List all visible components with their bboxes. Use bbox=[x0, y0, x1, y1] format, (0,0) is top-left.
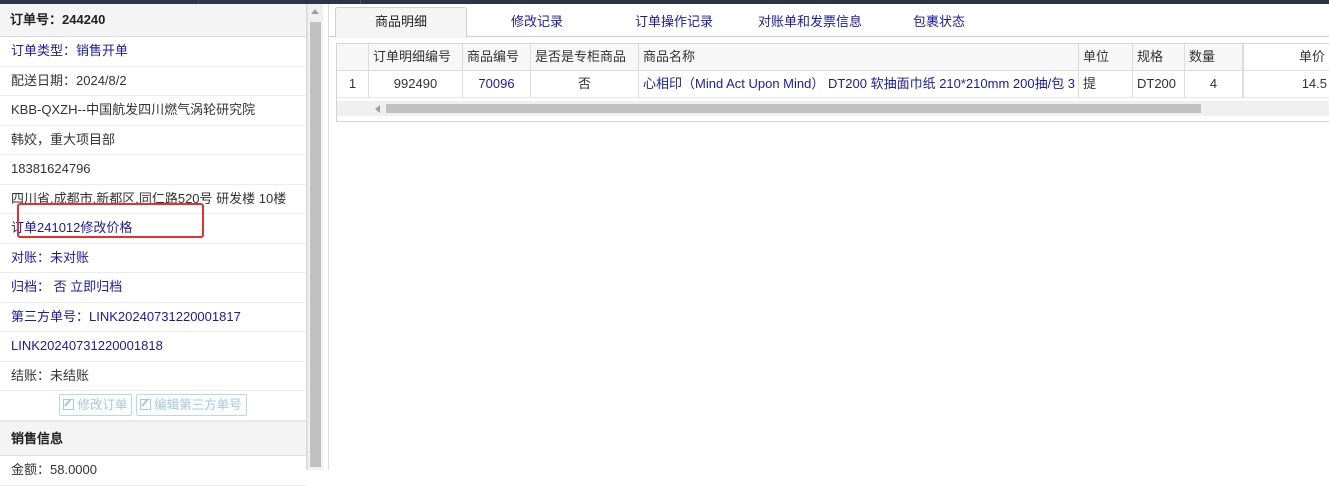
column-header[interactable]: 单价 bbox=[1243, 44, 1329, 70]
tab-order-operation-log[interactable]: 订单操作记录 bbox=[611, 8, 737, 36]
table-horizontal-scrollbar[interactable] bbox=[337, 101, 1329, 116]
edit-order-label: 修改订单 bbox=[77, 398, 128, 412]
unit-price-cell: 14.5 bbox=[1243, 71, 1329, 97]
quantity-cell: 4 bbox=[1185, 71, 1243, 97]
edit-icon bbox=[63, 399, 75, 410]
column-header[interactable]: 订单明细编号 bbox=[369, 44, 463, 70]
contact-person: 韩姣，重大项目部 bbox=[0, 126, 306, 155]
scroll-left-arrow-icon[interactable] bbox=[375, 105, 380, 113]
archive-status[interactable]: 归档： 否 立即归档 bbox=[0, 273, 306, 303]
unit-cell: 提 bbox=[1079, 71, 1133, 97]
edit-order-button[interactable]: 修改订单 bbox=[59, 394, 133, 416]
column-header[interactable]: 规格 bbox=[1133, 44, 1185, 70]
tab-reconciliation-invoice[interactable]: 对账单和发票信息 bbox=[739, 8, 881, 36]
spec-cell: DT200 bbox=[1133, 71, 1185, 97]
column-header[interactable]: 是否是专柜商品 bbox=[531, 44, 639, 70]
order-number-title: 订单号：244240 bbox=[0, 4, 306, 37]
column-header[interactable]: 商品编号 bbox=[463, 44, 531, 70]
tab-product-details[interactable]: 商品明细 bbox=[335, 7, 467, 38]
edit-third-party-button[interactable]: 编辑第三方单号 bbox=[136, 394, 247, 416]
product-id-link[interactable]: 70096 bbox=[463, 71, 531, 97]
tab-bar: 商品明细 修改记录 订单操作记录 对账单和发票信息 包裹状态 bbox=[329, 4, 1329, 38]
contact-phone: 18381624796 bbox=[0, 155, 306, 185]
row-number: 1 bbox=[337, 71, 369, 97]
column-header bbox=[337, 44, 369, 70]
action-buttons: 修改订单 编辑第三方单号 bbox=[0, 391, 306, 421]
column-header[interactable]: 商品名称 bbox=[639, 44, 1079, 70]
column-header[interactable]: 数量 bbox=[1185, 44, 1243, 70]
scrollbar-thumb[interactable] bbox=[310, 22, 321, 467]
reconcile-status[interactable]: 对账：未对账 bbox=[0, 244, 306, 273]
third-party-number-2[interactable]: LINK20240731220001818 bbox=[0, 332, 306, 362]
sales-amount: 金额：58.0000 bbox=[0, 456, 306, 486]
product-name-link[interactable]: 心相印（Mind Act Upon Mind） DT200 软抽面巾纸 210*… bbox=[639, 71, 1079, 97]
tab-modification-log[interactable]: 修改记录 bbox=[475, 8, 599, 36]
table-header: 订单明细编号 商品编号 是否是专柜商品 商品名称 单位 规格 数量 单价 bbox=[337, 44, 1329, 71]
edit-third-party-label: 编辑第三方单号 bbox=[154, 398, 242, 412]
table-row[interactable]: 1 992490 70096 否 心相印（Mind Act Upon Mind）… bbox=[337, 71, 1329, 98]
column-header[interactable]: 单位 bbox=[1079, 44, 1133, 70]
delivery-date: 配送日期：2024/8/2 bbox=[0, 67, 306, 96]
delivery-address: 四川省.成都市.新都区.同仁路520号 研发楼 10楼 bbox=[0, 185, 306, 214]
order-note[interactable]: 订单241012修改价格 bbox=[0, 214, 306, 244]
settlement-status: 结账：未结账 bbox=[0, 362, 306, 391]
tab-package-status[interactable]: 包裹状态 bbox=[889, 8, 989, 36]
order-type[interactable]: 订单类型：销售开单 bbox=[0, 37, 306, 67]
edit-icon bbox=[140, 399, 152, 410]
counter-product-cell: 否 bbox=[531, 71, 639, 97]
main-content: 商品明细 修改记录 订单操作记录 对账单和发票信息 包裹状态 订单明细编号 商品… bbox=[328, 4, 1329, 470]
order-detail-panel: 订单号：244240 订单类型：销售开单 配送日期：2024/8/2 KBB-Q… bbox=[0, 4, 307, 486]
horizontal-scrollbar-thumb[interactable] bbox=[386, 104, 1201, 113]
product-table: 订单明细编号 商品编号 是否是专柜商品 商品名称 单位 规格 数量 单价 1 9… bbox=[336, 43, 1329, 122]
sales-info-title: 销售信息 bbox=[0, 421, 306, 456]
third-party-number[interactable]: 第三方单号：LINK20240731220001817 bbox=[0, 303, 306, 332]
left-panel-scrollbar[interactable] bbox=[307, 4, 323, 470]
customer-name: KBB-QXZH--中国航发四川燃气涡轮研究院 bbox=[0, 96, 306, 126]
detail-id-cell: 992490 bbox=[369, 71, 463, 97]
scroll-up-arrow-icon[interactable] bbox=[311, 9, 319, 14]
